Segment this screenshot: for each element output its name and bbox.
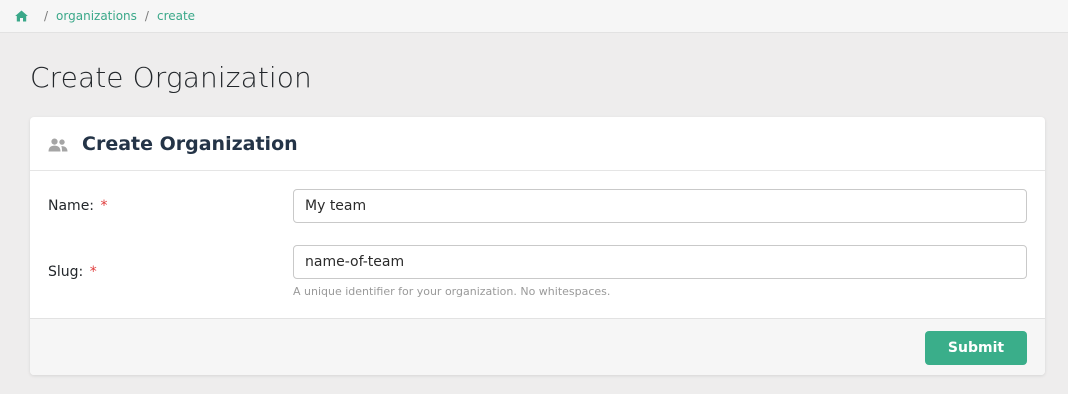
slug-help-text: A unique identifier for your organizatio… bbox=[293, 285, 611, 298]
page-title: Create Organization bbox=[30, 61, 312, 94]
users-icon bbox=[48, 137, 68, 151]
breadcrumb: / organizations / create bbox=[0, 0, 1068, 33]
slug-label: Slug: * bbox=[48, 264, 97, 280]
submit-button[interactable]: Submit bbox=[925, 331, 1027, 365]
card-header: Create Organization bbox=[30, 117, 1045, 171]
name-label: Name: * bbox=[48, 198, 108, 214]
create-organization-card: Create Organization Name: * Slug: * A un… bbox=[30, 117, 1045, 375]
breadcrumb-organizations-link[interactable]: organizations bbox=[56, 9, 137, 23]
breadcrumb-create-link[interactable]: create bbox=[157, 9, 195, 23]
slug-input[interactable] bbox=[293, 245, 1027, 279]
required-marker: * bbox=[100, 198, 108, 214]
breadcrumb-separator: / bbox=[144, 9, 149, 23]
home-icon[interactable] bbox=[15, 10, 28, 22]
card-title: Create Organization bbox=[82, 132, 298, 155]
card-footer: Submit bbox=[30, 318, 1045, 375]
breadcrumb-separator: / bbox=[44, 9, 49, 23]
required-marker: * bbox=[89, 264, 97, 280]
name-input[interactable] bbox=[293, 189, 1027, 223]
